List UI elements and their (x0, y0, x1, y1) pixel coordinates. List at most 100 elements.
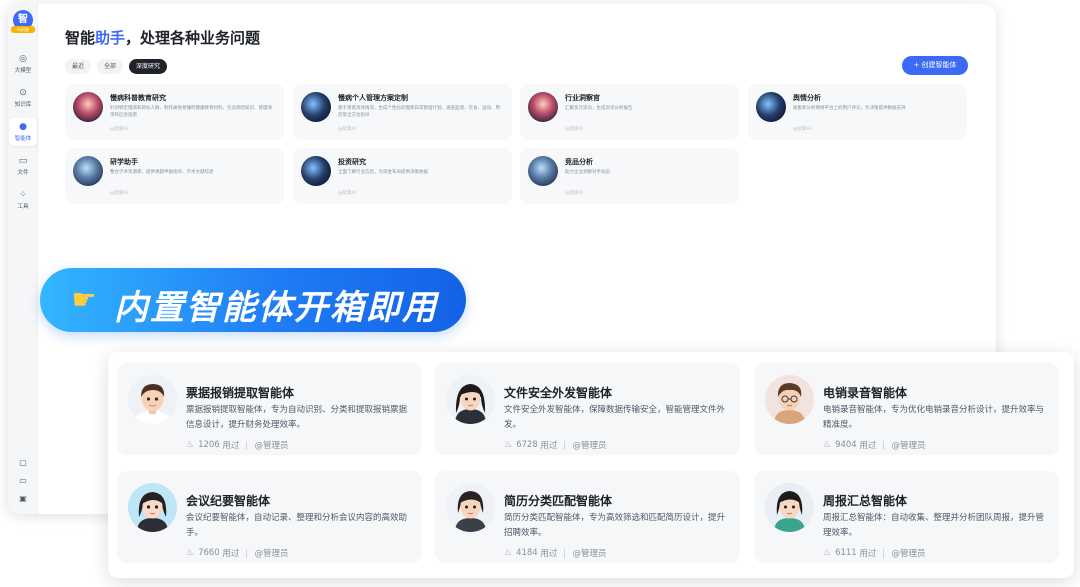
screenshot-stage: 智 AI问答 ◎ 大模型 ⊙ 知识库 ● 智能体 ▭ 文件 ⁘ 工具 ▢ ▭ ▣… (0, 0, 1080, 587)
fire-icon: ♨ (504, 440, 513, 450)
agent-meta: ♨ 7660 用过 @管理员 (186, 547, 288, 559)
bg-agent-owner: @智库AI (565, 127, 583, 132)
bg-agent-desc: 收集和分析网络平台上的用户评论，为决策提供数据支持 (793, 106, 906, 111)
bg-agent-card[interactable]: 慢病科普教育研究 针对特定慢病和目标人群，制作通俗易懂的健康教育材料，包含病因知… (65, 84, 284, 140)
bg-agent-desc: 针对特定慢病和目标人群，制作通俗易懂的健康教育材料，包含病因知识、管理清单和应急… (110, 106, 272, 118)
agent-name: 简历分类匹配智能体 (504, 494, 613, 508)
agent-owner: @管理员 (891, 441, 926, 451)
sidebar-item-label: 大模型 (14, 68, 32, 74)
filter-deep-research[interactable]: 深度研究 (129, 59, 168, 74)
usage-suffix: 用过 (540, 549, 558, 559)
agent-meta: ♨ 4184 用过 @管理员 (504, 547, 606, 559)
agent-card[interactable]: 周报汇总智能体 周报汇总智能体：自动收集、整理并分析团队周报，提升管理效率。 ♨… (754, 471, 1059, 563)
sidebar-item-label: 文件 (17, 170, 29, 176)
agent-name: 电销录音智能体 (823, 386, 908, 400)
agent-avatar (128, 483, 177, 532)
fire-icon: ♨ (186, 548, 195, 558)
agent-meta: ♨ 9404 用过 @管理员 (823, 439, 925, 451)
sidebar-item-files[interactable]: ▭ 文件 (9, 152, 37, 180)
bg-agent-desc: 基于患者具体情况，生成个性化的慢病日常管理计划，涵盖监测、饮食、运动、用药等全方… (338, 106, 500, 118)
filter-recent[interactable]: 最近 (65, 59, 92, 74)
bg-agent-card[interactable]: 慢病个人管理方案定制 基于患者具体情况，生成个性化的慢病日常管理计划，涵盖监测、… (293, 84, 512, 140)
builtin-agents-panel: 票据报销提取智能体 票据报销提取智能体，专为自动识别、分类和提取报销票据信息设计… (108, 352, 1074, 578)
agent-name: 周报汇总智能体 (823, 494, 908, 508)
agent-card[interactable]: 简历分类匹配智能体 简历分类匹配智能体，专为高效筛选和匹配简历设计，提升招聘效率… (435, 471, 740, 563)
agent-avatar (765, 483, 814, 532)
bg-agent-owner: @智库AI (793, 127, 811, 132)
agent-card[interactable]: 电销录音智能体 电销录音智能体，专为优化电销录音分析设计，提升效率与精准度。 ♨… (754, 363, 1059, 455)
usage-count: 1206 (198, 440, 220, 450)
usage-count: 6111 (835, 548, 857, 558)
usage-suffix: 用过 (859, 549, 877, 559)
agent-card[interactable]: 文件安全外发智能体 文件安全外发智能体，保障数据传输安全，智能管理文件外发。 ♨… (435, 363, 740, 455)
bg-agent-desc: 全面了解行业信息，为资金布局提供决策依据 (338, 170, 428, 175)
agent-desc: 电销录音智能体，专为优化电销录音分析设计，提升效率与精准度。 (823, 405, 1045, 430)
bg-agent-name: 竞品分析 (565, 158, 593, 166)
bg-agent-desc: 助力企业洞察对手动态 (565, 170, 610, 175)
create-agent-label: 创建智能体 (921, 61, 957, 69)
agent-avatar (301, 156, 331, 186)
agent-meta: ♨ 1206 用过 @管理员 (186, 439, 288, 451)
agent-avatar (765, 375, 814, 424)
agent-avatar (446, 375, 495, 424)
agent-avatar (301, 92, 331, 122)
agent-name: 会议纪要智能体 (186, 494, 271, 508)
usage-count: 6728 (516, 440, 538, 450)
fire-icon: ♨ (823, 548, 832, 558)
monitor-icon[interactable]: ▣ (17, 493, 29, 505)
agent-avatar (446, 483, 495, 532)
meta-divider (564, 440, 566, 450)
bg-agent-desc: 整合学术资源库，提供课题申报指导、学术文献综述 (110, 170, 214, 175)
logo-tag: AI问答 (11, 26, 35, 33)
usage-suffix: 用过 (222, 441, 240, 451)
bg-agent-card[interactable]: 舆情分析 收集和分析网络平台上的用户评论，为决策提供数据支持 @智库AI (748, 84, 967, 140)
meta-divider (883, 548, 885, 558)
bg-agent-name: 舆情分析 (793, 94, 821, 102)
folder-icon[interactable]: ▭ (17, 475, 29, 487)
bg-agent-name: 慢病科普教育研究 (110, 94, 166, 102)
agent-avatar (528, 92, 558, 122)
bg-agent-owner: @智库AI (565, 191, 583, 196)
folder-icon: ▭ (18, 156, 28, 166)
title-highlight: 助手 (95, 29, 126, 47)
usage-suffix: 用过 (540, 441, 558, 451)
bg-agent-card[interactable]: 研学助手 整合学术资源库，提供课题申报指导、学术文献综述 @智库AI (65, 148, 284, 204)
bg-agent-owner: @智库AI (338, 191, 356, 196)
agent-avatar (73, 92, 103, 122)
bg-agent-card[interactable]: 投资研究 全面了解行业信息，为资金布局提供决策依据 @智库AI (293, 148, 512, 204)
agent-owner: @管理员 (254, 441, 289, 451)
sidebar-item-label: 知识库 (14, 102, 32, 108)
model-icon: ◎ (19, 54, 27, 64)
agent-icon: ● (19, 122, 27, 132)
bg-agent-card[interactable]: 行业洞察官 汇聚多元资讯，生成资讯分析报告 @智库AI (520, 84, 739, 140)
fire-icon: ♨ (504, 548, 513, 558)
sidebar-item-model[interactable]: ◎ 大模型 (9, 50, 37, 78)
agent-owner: @管理员 (254, 549, 289, 559)
sidebar-item-agent[interactable]: ● 智能体 (9, 118, 37, 146)
agent-avatar (73, 156, 103, 186)
agent-desc: 票据报销提取智能体，专为自动识别、分类和提取报销票据信息设计，提升财务处理效率。 (186, 405, 408, 430)
agent-avatar (756, 92, 786, 122)
tools-icon: ⁘ (19, 190, 27, 200)
plus-icon: + (913, 61, 922, 69)
agent-card[interactable]: 会议纪要智能体 会议纪要智能体，自动记录、整理和分析会议内容的高效助手。 ♨ 7… (117, 471, 422, 563)
sidebar-item-tools[interactable]: ⁘ 工具 (9, 186, 37, 214)
create-agent-button[interactable]: + 创建智能体 (902, 56, 968, 75)
knowledge-icon: ⊙ (19, 88, 27, 98)
agent-desc: 文件安全外发智能体，保障数据传输安全，智能管理文件外发。 (504, 405, 726, 430)
usage-count: 4184 (516, 548, 538, 558)
bg-agent-card[interactable]: 竞品分析 助力企业洞察对手动态 @智库AI (520, 148, 739, 204)
filter-tabs: 最近 全部 深度研究 (65, 59, 168, 74)
chat-icon[interactable]: ▢ (17, 457, 29, 469)
sidebar-item-knowledge[interactable]: ⊙ 知识库 (9, 84, 37, 112)
fire-icon: ♨ (823, 440, 832, 450)
bg-agent-name: 研学助手 (110, 158, 138, 166)
bg-agent-name: 投资研究 (338, 158, 366, 166)
sidebar-item-label: 智能体 (14, 136, 32, 142)
filter-all[interactable]: 全部 (97, 59, 124, 74)
agent-card[interactable]: 票据报销提取智能体 票据报销提取智能体，专为自动识别、分类和提取报销票据信息设计… (117, 363, 422, 455)
agent-owner: @管理员 (891, 549, 926, 559)
agent-name: 票据报销提取智能体 (186, 386, 295, 400)
fire-icon: ♨ (186, 440, 195, 450)
agent-owner: @管理员 (572, 441, 607, 451)
